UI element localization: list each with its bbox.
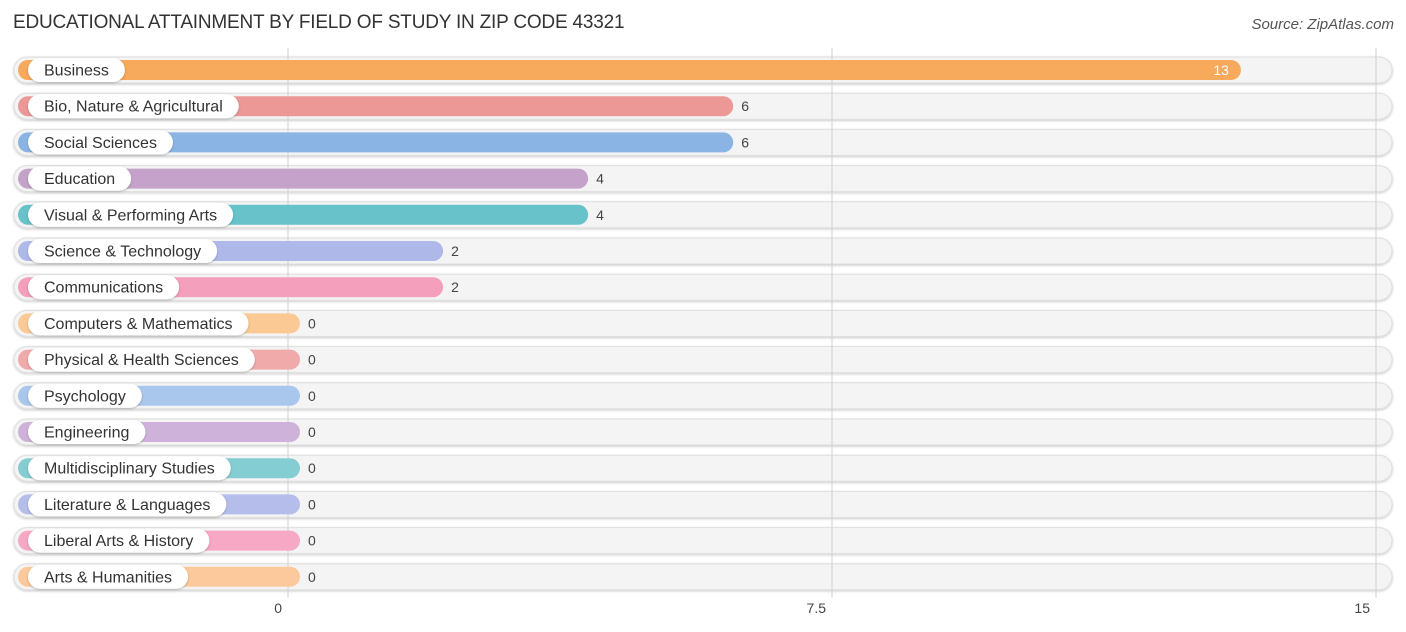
value-label: 2 [451, 279, 459, 295]
category-label: Computers & Mathematics [44, 316, 233, 333]
value-label: 6 [741, 134, 749, 150]
value-label: 0 [308, 496, 316, 512]
value-label: 0 [308, 388, 316, 404]
value-label: 4 [596, 207, 604, 223]
category-label: Visual & Performing Arts [44, 207, 217, 224]
value-label: 4 [596, 171, 604, 187]
category-label: Multidisciplinary Studies [44, 461, 215, 478]
x-tick-label: 7.5 [807, 600, 827, 616]
value-label: 13 [1213, 62, 1229, 78]
category-label: Engineering [44, 425, 129, 442]
value-label: 0 [308, 352, 316, 368]
category-label: Arts & Humanities [44, 569, 172, 586]
category-label: Social Sciences [44, 135, 157, 152]
value-label: 0 [308, 569, 316, 585]
category-label: Physical & Health Sciences [44, 352, 239, 369]
value-label: 6 [741, 98, 749, 114]
category-label: Science & Technology [44, 244, 201, 261]
category-label: Bio, Nature & Agricultural [44, 99, 223, 116]
value-label: 0 [308, 533, 316, 549]
x-tick-label: 0 [274, 600, 282, 616]
category-label: Psychology [44, 388, 126, 405]
category-label: Education [44, 171, 115, 188]
category-label: Business [44, 63, 109, 80]
category-label: Communications [44, 280, 163, 297]
value-label: 0 [308, 460, 316, 476]
category-label: Literature & Languages [44, 497, 210, 514]
x-tick-label: 15 [1354, 600, 1370, 616]
category-label: Liberal Arts & History [44, 533, 193, 550]
value-label: 2 [451, 243, 459, 259]
value-label: 0 [308, 315, 316, 331]
bar[interactable] [18, 60, 1241, 80]
value-label: 0 [308, 424, 316, 440]
bar-chart: Business 13 Bio, Nature & Agricultural 6 Soc… [13, 48, 1393, 616]
